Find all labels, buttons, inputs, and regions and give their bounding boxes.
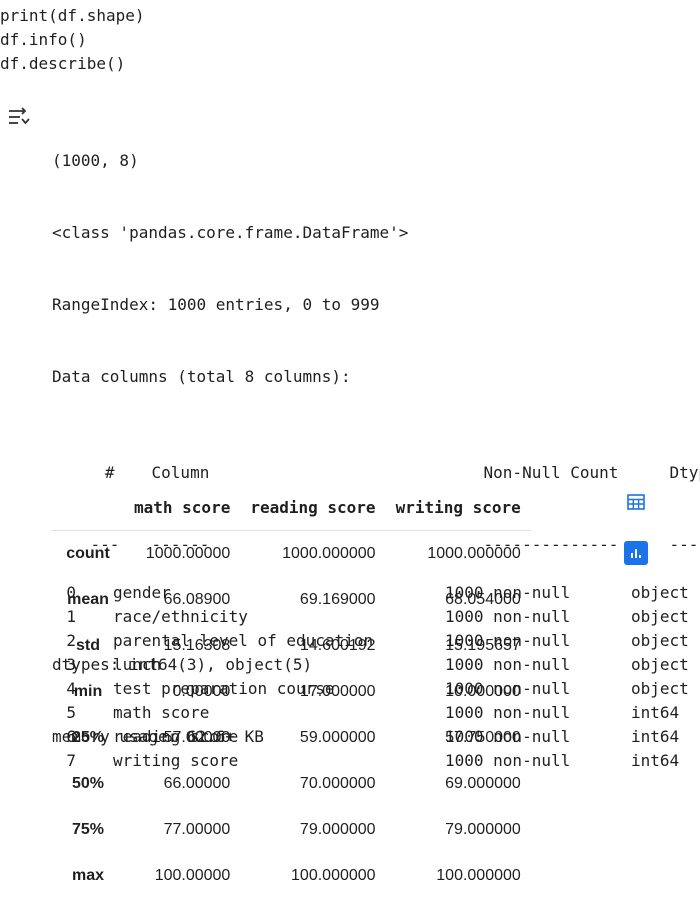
info-dtype: object <box>631 607 689 626</box>
info-header-row: # Column Non-Null Count Dtype <box>52 437 700 482</box>
corner-cell <box>52 484 124 531</box>
info-num: # <box>104 463 115 482</box>
output-collapse-icon[interactable] <box>6 107 32 129</box>
info-dtype: int64 <box>631 727 680 746</box>
info-dtype: object <box>631 631 689 650</box>
info-column: Column <box>151 463 210 482</box>
table-cell: 77.00000 <box>163 821 231 838</box>
table-row: 75% 77.00000 79.000000 79.000000 <box>52 807 531 853</box>
table-cell: 17.000000 <box>299 683 376 700</box>
table-cell: 57.750000 <box>445 729 521 746</box>
describe-table-container: math score reading score writing score cou… <box>52 484 531 899</box>
table-cell: 59.000000 <box>299 729 376 746</box>
info-dtype: int64 <box>631 751 680 770</box>
info-dtype: ----- <box>669 535 700 554</box>
table-cell: 57.00000 <box>163 729 231 746</box>
row-label: std <box>76 637 100 654</box>
table-cell: 79.000000 <box>445 821 521 838</box>
column-header: math score <box>124 484 241 531</box>
table-cell: 1000.00000 <box>145 545 231 562</box>
range-index-line: RangeIndex: 1000 entries, 0 to 999 <box>52 295 380 314</box>
row-label: max <box>71 867 105 884</box>
table-row: std 15.16308 14.600192 15.195657 <box>52 623 531 669</box>
table-row: min 0.00000 17.000000 10.000000 <box>52 669 531 715</box>
table-row: 50% 66.00000 70.000000 69.000000 <box>52 761 531 807</box>
column-header: reading score <box>240 484 386 531</box>
row-label: min <box>73 683 103 700</box>
row-label: count <box>66 545 110 562</box>
table-cell: 69.000000 <box>445 775 521 792</box>
data-columns-line: Data columns (total 8 columns): <box>52 367 351 386</box>
table-cell: 79.000000 <box>299 821 376 838</box>
code-line: df.describe() <box>0 54 126 73</box>
table-row: 25% 57.00000 59.000000 57.750000 <box>52 715 531 761</box>
table-cell: 15.195657 <box>445 637 521 654</box>
info-dtype: Dtype <box>669 463 700 482</box>
table-row: max 100.00000 100.000000 100.000000 <box>52 853 531 899</box>
row-label: 75% <box>71 821 105 838</box>
describe-header-row: math score reading score writing score <box>52 484 531 531</box>
table-row: mean 66.08900 69.169000 68.054000 <box>52 577 531 623</box>
code-line: df.info() <box>0 30 87 49</box>
info-dtype: object <box>631 655 689 674</box>
table-cell: 66.08900 <box>163 591 231 608</box>
table-cell: 15.16308 <box>163 637 231 654</box>
table-cell: 0.00000 <box>172 683 231 700</box>
table-cell: 70.000000 <box>299 775 376 792</box>
table-cell: 100.000000 <box>436 867 521 884</box>
info-nonnull: Non-Null Count <box>483 463 619 482</box>
column-header: writing score <box>385 484 531 531</box>
code-cell[interactable]: print(df.shape) df.info() df.describe() <box>0 4 145 76</box>
table-row: count 1000.00000 1000.000000 1000.000000 <box>52 531 531 578</box>
shape-output: (1000, 8) <box>52 151 139 170</box>
row-label: mean <box>67 591 109 608</box>
info-dtype: object <box>631 679 689 698</box>
info-dtype: object <box>631 583 689 602</box>
table-cell: 100.00000 <box>154 867 231 884</box>
table-cell: 14.600192 <box>299 637 376 654</box>
table-cell: 66.00000 <box>163 775 231 792</box>
table-cell: 10.000000 <box>445 683 521 700</box>
table-cell: 1000.000000 <box>427 545 521 562</box>
table-cell: 1000.000000 <box>282 545 376 562</box>
table-cell: 100.000000 <box>291 867 376 884</box>
row-label: 50% <box>71 775 105 792</box>
code-line: print(df.shape) <box>0 6 145 25</box>
class-line: <class 'pandas.core.frame.DataFrame'> <box>52 223 409 242</box>
info-dtype: int64 <box>631 703 680 722</box>
table-cell: 68.054000 <box>445 591 521 608</box>
table-view-icon[interactable] <box>624 490 648 514</box>
describe-table: math score reading score writing score cou… <box>52 484 531 899</box>
table-cell: 69.169000 <box>299 591 376 608</box>
bar-chart-icon[interactable] <box>624 541 648 565</box>
row-label: 25% <box>71 729 105 746</box>
